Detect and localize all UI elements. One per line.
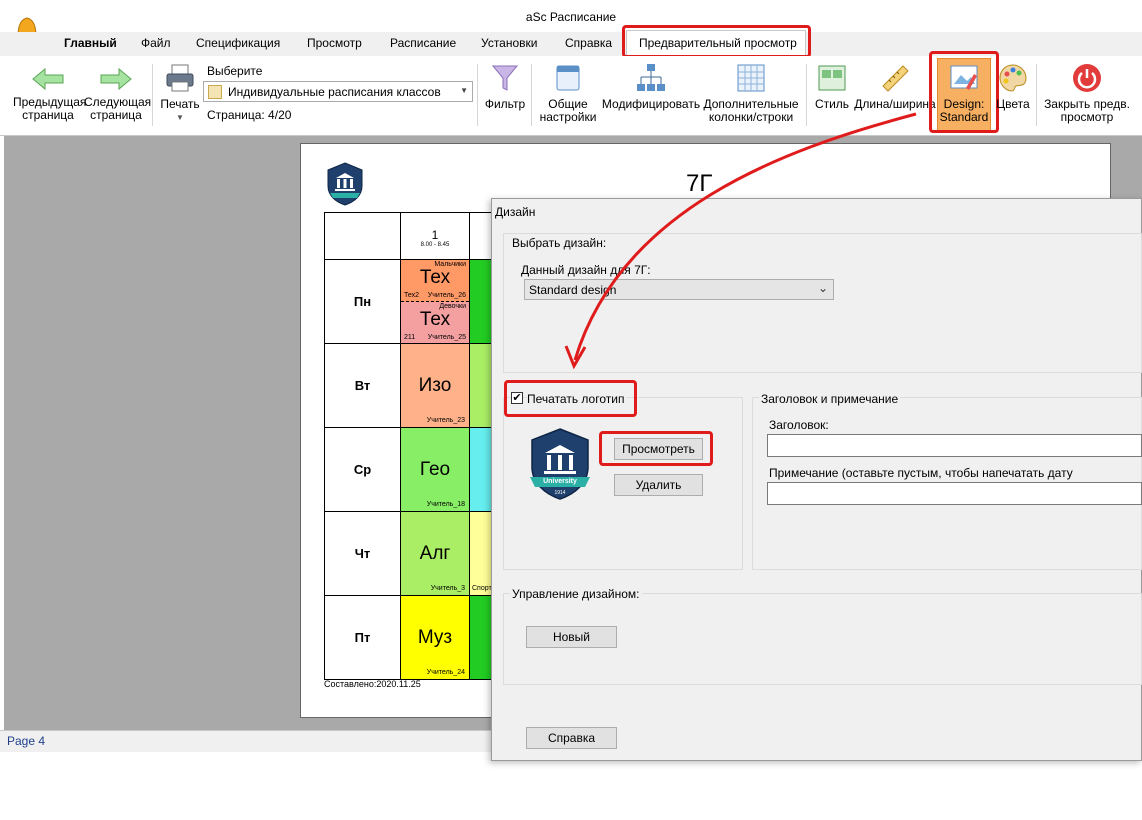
annotation-arrow	[564, 112, 917, 370]
